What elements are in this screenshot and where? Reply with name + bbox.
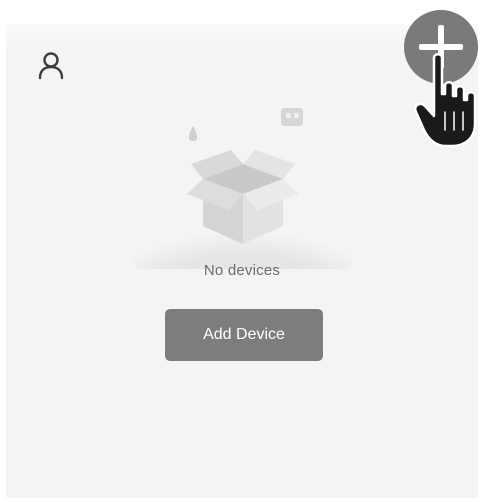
app-screen: No devices Add Device xyxy=(6,24,478,498)
hand-pointer-icon xyxy=(414,53,477,148)
user-icon[interactable] xyxy=(36,50,66,84)
add-device-button[interactable]: Add Device xyxy=(165,309,323,361)
empty-box-icon xyxy=(133,108,353,269)
empty-state-message: No devices xyxy=(203,262,281,279)
screenshot-frame: No devices Add Device xyxy=(0,0,483,502)
